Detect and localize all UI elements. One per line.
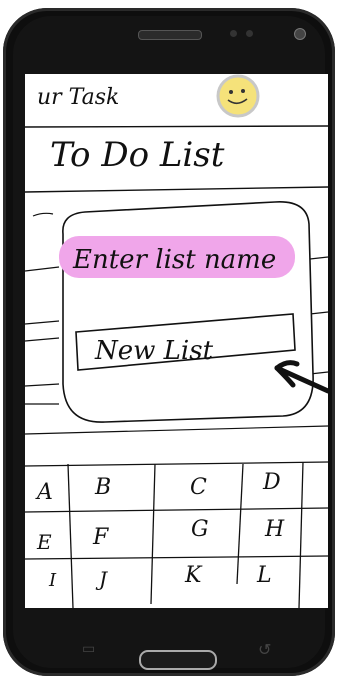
recent-apps-icon[interactable]: ↺ (258, 640, 274, 659)
input-value: New List (94, 336, 214, 366)
grid-cell: I (48, 570, 57, 591)
grid-cell: E (36, 530, 52, 554)
grid-cell: H (264, 517, 285, 542)
grid-cell: A (35, 480, 53, 505)
header-text: ur Task (37, 85, 119, 110)
back-icon[interactable]: ▭ (82, 641, 96, 657)
dialog-label: Enter list name (72, 245, 276, 275)
sensor-dot (246, 30, 253, 37)
screen: ur Task To Do List Enter list name New L… (25, 74, 328, 608)
grid-cell: D (262, 470, 281, 495)
sketch-canvas: ur Task To Do List Enter list name New L… (25, 74, 328, 608)
grid-cell: F (92, 525, 109, 550)
sensor-dot (230, 30, 237, 37)
grid-cell: G (191, 517, 209, 542)
divider (25, 125, 328, 128)
page-title: To Do List (50, 135, 225, 175)
grid-cell: J (95, 567, 108, 591)
grid-cell: C (190, 475, 207, 500)
front-camera (294, 28, 306, 40)
home-button[interactable] (139, 650, 217, 670)
grid-cell: K (184, 563, 203, 588)
divider (25, 186, 328, 193)
grid-cell: L (256, 563, 272, 588)
dialog-box (62, 201, 314, 423)
smiley-icon (216, 74, 260, 118)
speaker-grille (138, 30, 202, 40)
grid-cell: B (94, 475, 111, 500)
